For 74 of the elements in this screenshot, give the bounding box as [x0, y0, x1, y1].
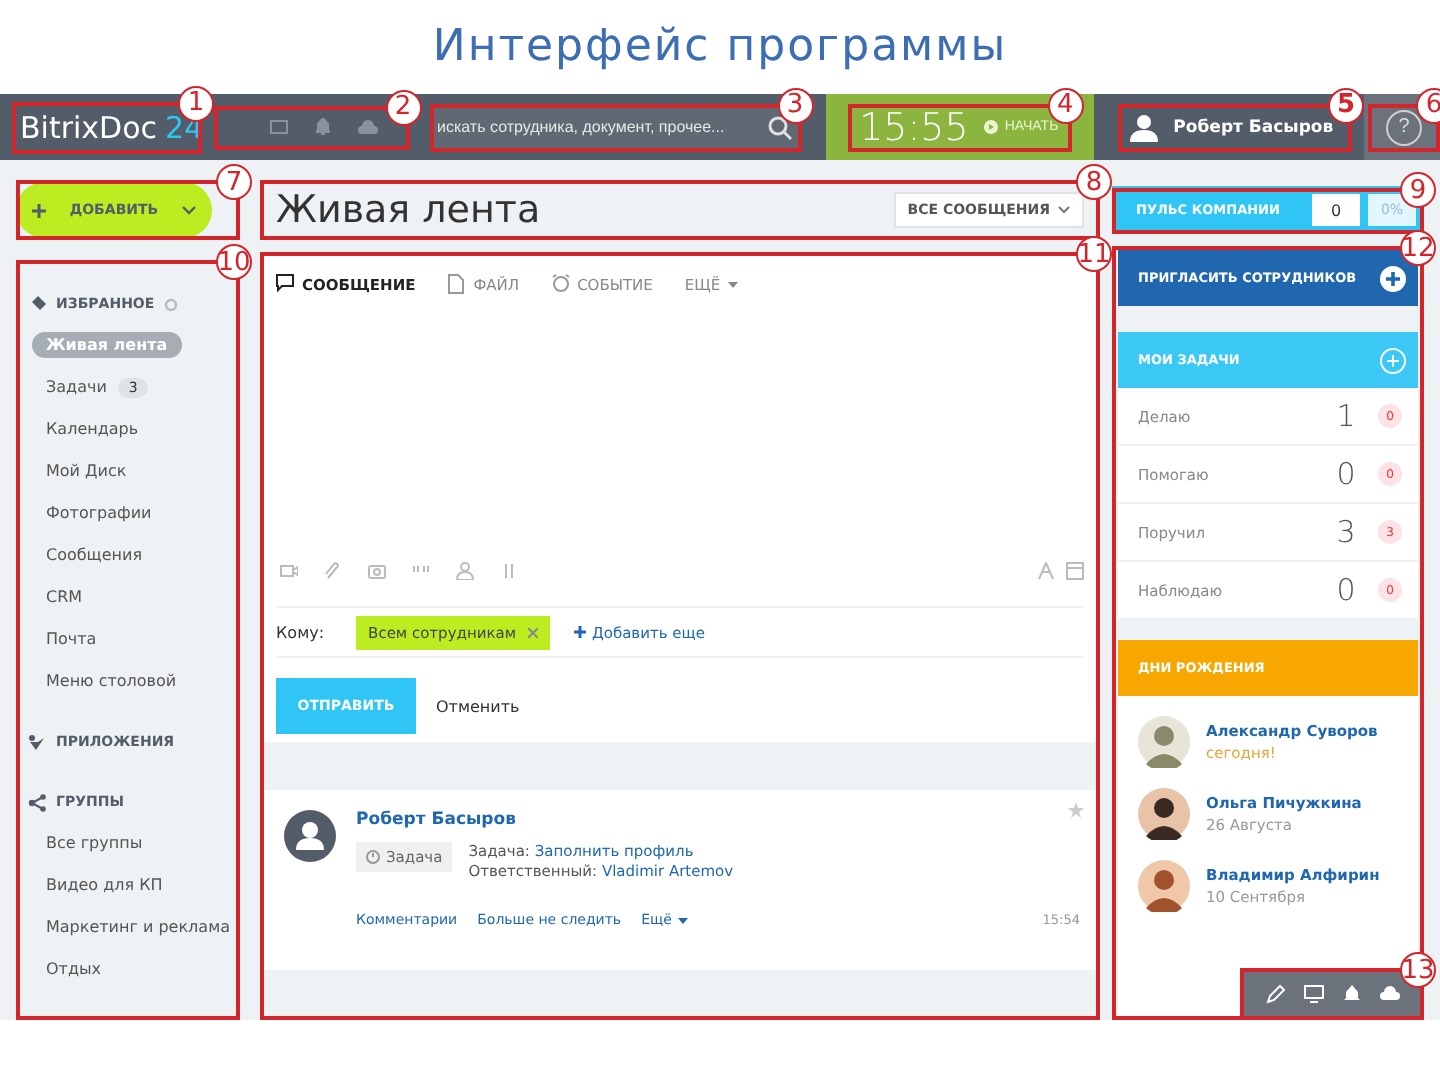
callout-number: 11	[1076, 236, 1112, 272]
sidebar-item[interactable]: Календарь	[46, 420, 139, 438]
alarm-clock-icon	[551, 274, 570, 294]
paperclip-icon[interactable]	[324, 561, 342, 579]
avatar-icon	[1138, 860, 1190, 912]
sidebar-item[interactable]: Видео для КП	[46, 876, 163, 894]
monitor-icon[interactable]	[1303, 984, 1323, 1004]
callout-number: 6	[1415, 87, 1440, 123]
task-count: 0	[1334, 456, 1358, 492]
caret-icon	[728, 281, 739, 287]
clock-time: 15:55	[859, 105, 969, 149]
cancel-button[interactable]: Отменить	[436, 697, 520, 715]
document-icon	[447, 274, 466, 294]
task-count: 0	[1334, 572, 1358, 608]
play-icon[interactable]	[984, 120, 999, 134]
pulse-count: 0	[1312, 194, 1360, 226]
person-icon[interactable]	[456, 561, 474, 579]
video-icon[interactable]	[280, 561, 298, 579]
user-name[interactable]: Роберт Басыров	[1173, 117, 1334, 137]
panel-icon[interactable]	[1066, 561, 1084, 579]
sidebar-item[interactable]: Маркетинг и реклама	[46, 918, 230, 936]
avatar-icon	[284, 810, 336, 862]
star-icon[interactable]	[1068, 802, 1084, 818]
plus-icon	[574, 626, 586, 638]
author-name[interactable]: Роберт Басыров	[356, 810, 1080, 830]
cloud-icon[interactable]	[357, 120, 377, 134]
cloud-icon[interactable]	[1379, 984, 1399, 1004]
callout-number: 2	[385, 89, 421, 125]
text-format-icon[interactable]	[1038, 561, 1054, 579]
callout-number: 7	[216, 164, 252, 200]
plus-circle-icon[interactable]	[1380, 347, 1406, 373]
apps-icon	[28, 733, 46, 751]
recipient-label: Кому:	[276, 623, 325, 641]
callout-number: 10	[216, 244, 252, 280]
camera-icon[interactable]	[368, 561, 386, 579]
callout-number: 4	[1047, 87, 1084, 123]
caret-icon	[677, 917, 688, 923]
caret-icon[interactable]	[1058, 206, 1070, 214]
gear-icon[interactable]	[164, 297, 179, 311]
sidebar-item[interactable]: Отдых	[46, 960, 102, 978]
avatar-icon	[1138, 716, 1190, 768]
sidebar-item[interactable]: CRM	[46, 588, 83, 606]
plus-circle-icon	[1380, 265, 1406, 291]
plus-icon[interactable]	[32, 203, 46, 217]
callout-number: 9	[1400, 172, 1436, 208]
user-icon[interactable]	[1129, 113, 1158, 141]
clock-icon	[366, 850, 380, 864]
speech-bubble-icon	[276, 274, 294, 294]
slide-title: Интерфейс программы	[430, 20, 1010, 76]
sidebar-item[interactable]: Почта	[46, 630, 97, 648]
logo-text[interactable]: BitrixDoc	[20, 109, 158, 145]
task-count: 1	[1334, 398, 1358, 434]
sidebar-item[interactable]: Задачи	[46, 378, 107, 396]
sidebar-item[interactable]: Фотографии	[46, 504, 152, 522]
pen-icon[interactable]	[1265, 984, 1285, 1004]
page-title: Живая лента	[276, 188, 541, 232]
sidebar-item[interactable]: Все группы	[46, 834, 143, 852]
caret-icon[interactable]	[182, 205, 196, 215]
bell-icon[interactable]	[315, 118, 329, 136]
avatar-icon	[1138, 788, 1190, 840]
callout-number: 13	[1400, 952, 1436, 988]
sidebar-item[interactable]: Меню столовой	[46, 672, 177, 690]
close-icon[interactable]	[528, 627, 538, 637]
callout-number: 1	[178, 85, 214, 121]
sidebar-item[interactable]: Мой Диск	[46, 462, 127, 480]
callout-number: 12	[1400, 230, 1436, 266]
bell-icon[interactable]	[1341, 984, 1361, 1004]
search-icon[interactable]	[767, 115, 791, 139]
sidebar-item[interactable]: Сообщения	[46, 546, 143, 564]
callout-number: 8	[1076, 164, 1112, 200]
task-count: 3	[1334, 514, 1358, 550]
callout-number: 5	[1327, 87, 1364, 123]
callout-number: 3	[777, 87, 813, 123]
share-icon	[28, 793, 46, 811]
